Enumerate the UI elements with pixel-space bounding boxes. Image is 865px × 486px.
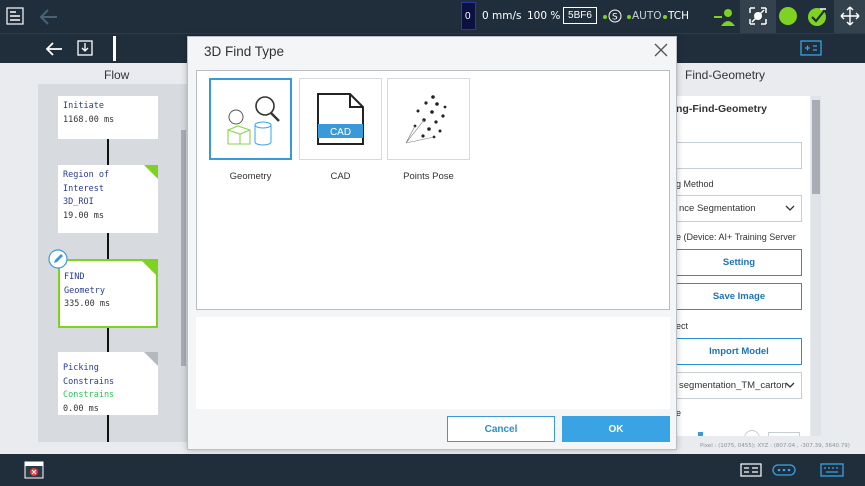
option-cad[interactable]: CAD <box>299 78 382 160</box>
node-title: Initiate <box>63 101 104 111</box>
bottom-bar <box>0 454 865 486</box>
node-subtitle: Constrains <box>63 390 115 400</box>
value-field[interactable] <box>768 432 800 436</box>
close-icon[interactable] <box>654 43 668 57</box>
node-subtitle: 3D_ROI <box>63 197 94 207</box>
vision-icon <box>749 7 767 25</box>
right-panel: ng-Find-Geometry g Method nce Segmentati… <box>676 96 810 436</box>
mode-label: AUTO <box>632 10 662 22</box>
option-grid: Geometry CAD CAD Points Pose <box>196 70 670 310</box>
points-cloud-icon <box>405 95 447 144</box>
status-green-icon[interactable] <box>779 7 797 25</box>
flow-scrollbar[interactable] <box>181 130 186 366</box>
node-subtitle: Geometry <box>64 285 105 296</box>
node-time: 1168.00 ms <box>63 114 115 125</box>
cancel-button[interactable]: Cancel <box>447 416 555 442</box>
option-label: CAD <box>330 171 351 182</box>
right-panel-title: Find-Geometry <box>685 68 766 82</box>
cad-badge: CAD <box>330 127 351 138</box>
node-status-corner <box>144 352 158 366</box>
node-time: 335.00 ms <box>64 299 111 309</box>
model-select[interactable]: segmentation_TM_carton <box>676 372 802 399</box>
counter-box: 0 <box>461 2 476 30</box>
import-model-button[interactable]: Import Model <box>676 338 802 365</box>
node-title: Region of Interest <box>63 170 110 194</box>
back-arrow-icon[interactable] <box>38 8 58 26</box>
dialog-title: 3D Find Type <box>204 44 285 59</box>
node-title: FIND <box>64 272 85 282</box>
io-panel-icon[interactable] <box>740 463 762 477</box>
flow-node-roi[interactable]: Region of Interest 3D_ROI 19.00 ms <box>58 165 158 233</box>
chevron-down-icon <box>785 382 795 388</box>
scrollbar-thumb[interactable] <box>812 100 820 194</box>
description-area <box>196 317 670 409</box>
error-log-icon[interactable] <box>24 461 44 479</box>
flow-title: Flow <box>104 68 130 82</box>
slider-thumb[interactable] <box>698 432 703 436</box>
option-points-pose[interactable] <box>387 78 470 160</box>
coordinate-readout: Pixel : (1075, 0455); XYZ : (807.04 , -3… <box>700 443 850 449</box>
model-value: segmentation_TM_carton <box>679 380 787 391</box>
code-value: 5BF6 <box>568 10 592 21</box>
keyboard-icon[interactable] <box>820 463 844 477</box>
network-icon[interactable] <box>772 464 796 476</box>
chevron-down-icon <box>785 205 795 211</box>
node-time: 19.00 ms <box>63 210 104 221</box>
status-dot <box>603 15 607 19</box>
flow-node-picking-constrains[interactable]: Picking Constrains Constrains 0.00 ms <box>58 352 158 415</box>
green-check-icon[interactable] <box>806 6 830 28</box>
node-heading: ng-Find-Geometry <box>676 103 767 115</box>
flow-connector <box>107 414 109 442</box>
toolbar-divider <box>113 36 116 61</box>
flow-node-initiate[interactable]: Initiate 1168.00 ms <box>58 96 158 139</box>
user-icon[interactable] <box>713 7 737 27</box>
flow-canvas[interactable]: Initiate 1168.00 ms Region of Interest 3… <box>38 84 188 442</box>
object-label: ect <box>676 321 689 331</box>
ok-button[interactable]: OK <box>562 416 670 442</box>
speed-percent: 100 % <box>527 10 561 22</box>
setting-button[interactable]: Setting <box>676 249 802 276</box>
move-arrows-icon <box>840 6 860 26</box>
import-icon[interactable] <box>76 39 94 57</box>
option-geometry[interactable] <box>209 78 292 160</box>
node-name-field[interactable] <box>676 142 802 169</box>
code-box: 5BF6 <box>563 7 597 24</box>
option-label: Points Pose <box>403 171 454 182</box>
method-label: g Method <box>676 179 714 189</box>
top-status-bar: 0 0 mm/s 100 % 5BF6 S AUTO TCH <box>0 0 865 33</box>
svg-text:S: S <box>612 13 618 23</box>
method-select[interactable]: nce Segmentation <box>676 195 802 222</box>
screen-toggle-icon[interactable] <box>800 40 822 56</box>
flow-connector <box>107 138 109 166</box>
counter-value: 0 <box>465 11 471 22</box>
status-dot <box>663 15 667 19</box>
flow-connector <box>107 328 109 354</box>
device-label: e (Device: AI+ Training Server <box>676 232 796 242</box>
node-title: Picking Constrains <box>63 363 115 387</box>
save-image-button[interactable]: Save Image <box>676 283 802 310</box>
node-status-corner <box>144 165 158 179</box>
control-label: TCH <box>668 10 690 22</box>
move-button[interactable] <box>834 0 865 33</box>
status-dot <box>627 15 631 19</box>
back-arrow-icon[interactable] <box>44 40 64 58</box>
s-mode-icon: S <box>608 9 622 23</box>
menu-icon[interactable] <box>6 7 24 25</box>
node-time: 0.00 ms <box>63 403 99 414</box>
node-status-corner <box>142 261 156 275</box>
speed-readout: 0 mm/s <box>482 10 522 22</box>
find-type-dialog: 3D Find Type Geometry CAD CAD Points Pos… <box>187 36 677 450</box>
option-label: Geometry <box>229 171 272 182</box>
flow-node-find-geometry[interactable]: FIND Geometry 335.00 ms <box>58 259 158 328</box>
method-value: nce Segmentation <box>679 203 756 214</box>
right-panel-scrollbar[interactable] <box>811 96 821 436</box>
flow-connector <box>107 232 109 260</box>
edit-pencil-icon[interactable] <box>48 249 68 269</box>
geometry-shapes-icon <box>227 96 280 146</box>
cad-file-icon: CAD <box>317 93 364 145</box>
slider-knob[interactable] <box>744 430 760 436</box>
vision-button[interactable] <box>740 0 776 33</box>
